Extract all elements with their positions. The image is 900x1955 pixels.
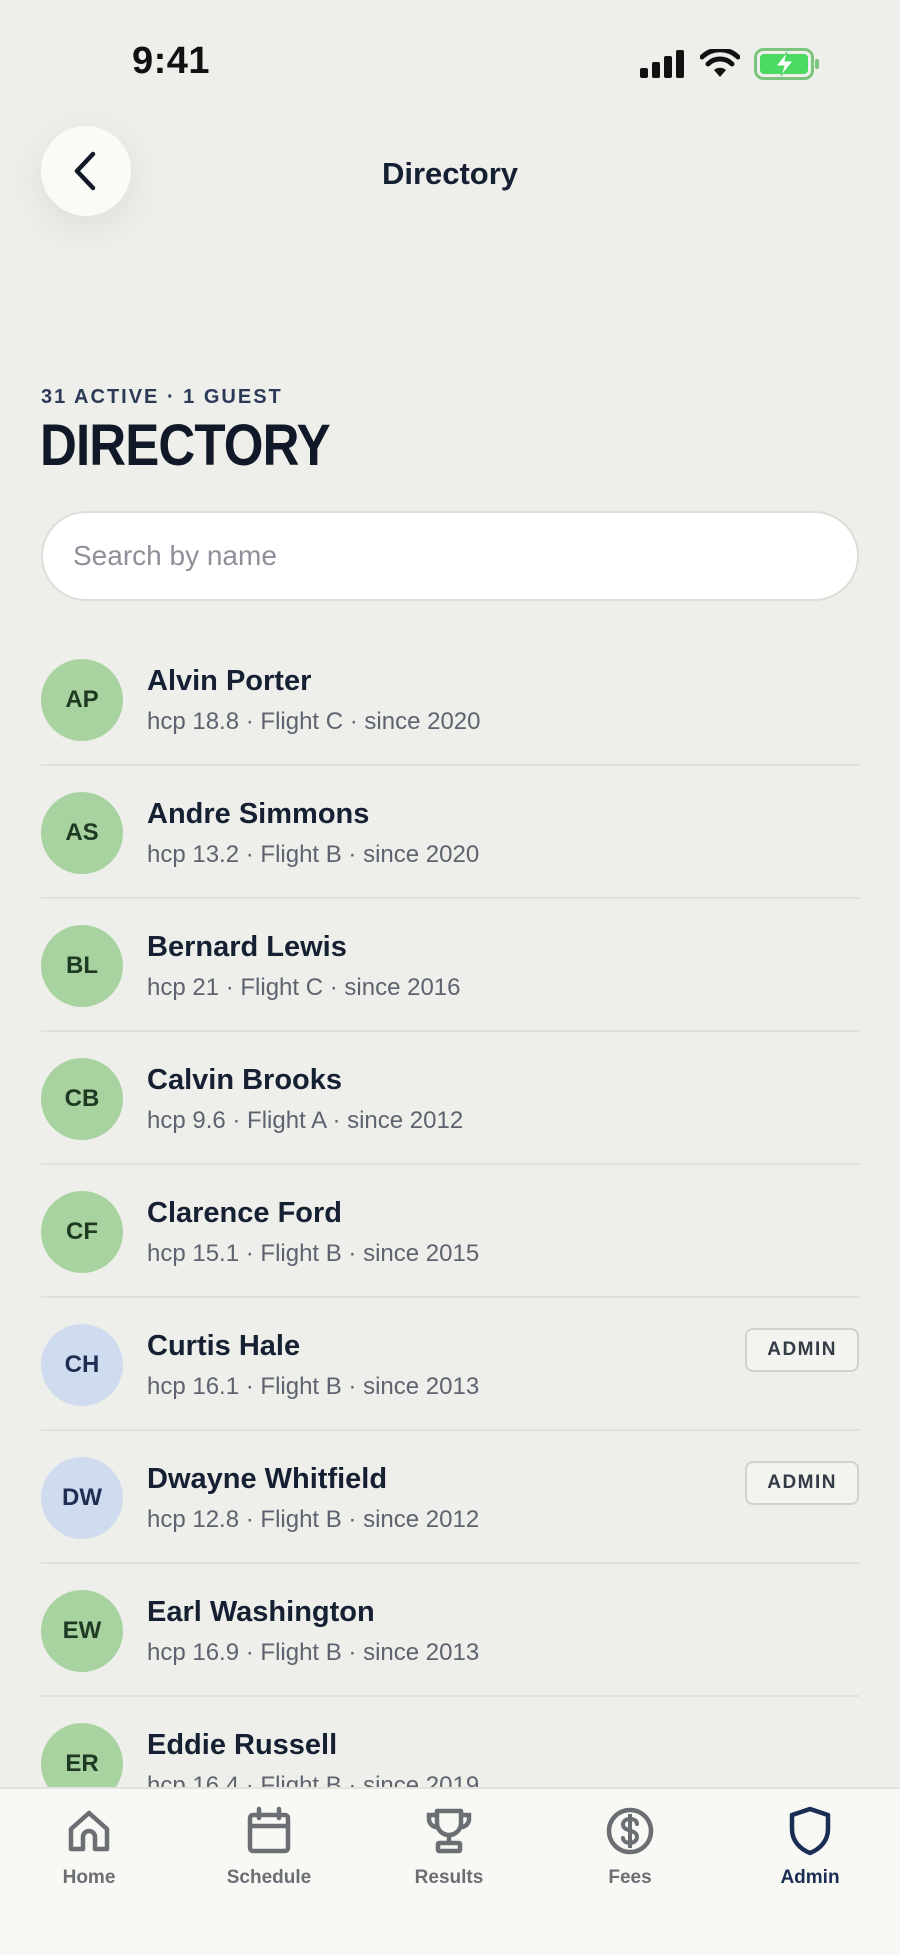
tab-label: Schedule (226, 1867, 312, 1888)
admin-badge: ADMIN (745, 1328, 859, 1372)
member-name: Curtis Hale (147, 1330, 301, 1362)
avatar: CB (41, 1058, 123, 1140)
member-count-label: 31 ACTIVE · 1 GUEST (41, 386, 283, 408)
tab-bar: Home Schedule Results Fees Admin (0, 1787, 900, 1955)
member-name: Earl Washington (147, 1596, 375, 1628)
member-row[interactable]: AS Andre Simmons hcp 13.2 · Flight B · sin… (41, 766, 859, 899)
calendar-icon (247, 1806, 291, 1854)
member-details: hcp 16.1 · Flight B · since 2013 (147, 1373, 480, 1400)
member-details: hcp 13.2 · Flight B · since 2020 (147, 841, 480, 868)
tab-label: Fees (608, 1867, 652, 1888)
home-icon (68, 1810, 110, 1852)
avatar: CF (41, 1191, 123, 1273)
tab-home[interactable]: Home (19, 1805, 159, 1905)
avatar: DW (41, 1457, 123, 1539)
member-row[interactable]: CF Clarence Ford hcp 15.1 · Flight B · sin… (41, 1165, 859, 1298)
member-name: Calvin Brooks (147, 1064, 342, 1096)
trophy-icon (426, 1808, 472, 1854)
page-title: DIRECTORY (40, 413, 331, 478)
member-details: hcp 16.9 · Flight B · since 2013 (147, 1639, 480, 1666)
member-row[interactable]: DW Dwayne Whitfield hcp 12.8 · Flight B · … (41, 1431, 859, 1564)
tab-label: Results (414, 1867, 484, 1888)
member-details: hcp 21 · Flight C · since 2016 (147, 974, 461, 1001)
dollar-icon (606, 1807, 654, 1855)
status-bar: 9:41 (0, 0, 900, 120)
member-name: Eddie Russell (147, 1729, 338, 1761)
tab-results[interactable]: Results (379, 1805, 519, 1905)
status-icons (640, 48, 820, 80)
wifi-icon (700, 49, 740, 77)
member-row[interactable]: CH Curtis Hale hcp 16.1 · Flight B · since… (41, 1298, 859, 1431)
avatar: CH (41, 1324, 123, 1406)
avatar: BL (41, 925, 123, 1007)
member-row[interactable]: EW Earl Washington hcp 16.9 · Flight B · s… (41, 1564, 859, 1697)
tab-label: Home (62, 1867, 116, 1888)
member-row[interactable]: CB Calvin Brooks hcp 9.6 · Flight A · sinc… (41, 1032, 859, 1165)
battery-charging-icon (754, 48, 819, 80)
tab-schedule[interactable]: Schedule (199, 1805, 339, 1905)
member-name: Clarence Ford (147, 1197, 342, 1229)
member-name: Dwayne Whitfield (147, 1463, 388, 1495)
avatar: AP (41, 659, 123, 741)
nav-title: Directory (381, 156, 519, 191)
avatar: EW (41, 1590, 123, 1672)
admin-badge: ADMIN (745, 1461, 859, 1505)
search-input[interactable] (41, 511, 859, 601)
member-list: AP Alvin Porter hcp 18.8 · Flight C · sinc… (41, 633, 859, 1830)
member-name: Bernard Lewis (147, 931, 347, 963)
member-row[interactable]: BL Bernard Lewis hcp 21 · Flight C · since… (41, 899, 859, 1032)
tab-admin[interactable]: Admin (740, 1805, 880, 1905)
member-name: Alvin Porter (147, 665, 312, 697)
member-details: hcp 9.6 · Flight A · since 2012 (147, 1107, 464, 1134)
cellular-signal-icon (640, 50, 684, 78)
shield-icon (789, 1806, 831, 1856)
nav-header: Directory (0, 120, 900, 230)
status-time: 9:41 (132, 40, 211, 82)
avatar: AS (41, 792, 123, 874)
member-details: hcp 15.1 · Flight B · since 2015 (147, 1240, 480, 1267)
tab-label: Admin (780, 1867, 840, 1888)
member-details: hcp 18.8 · Flight C · since 2020 (147, 708, 481, 735)
tab-fees[interactable]: Fees (560, 1805, 700, 1905)
member-details: hcp 12.8 · Flight B · since 2012 (147, 1506, 480, 1533)
member-name: Andre Simmons (147, 798, 370, 830)
member-row[interactable]: AP Alvin Porter hcp 18.8 · Flight C · sinc… (41, 633, 859, 766)
